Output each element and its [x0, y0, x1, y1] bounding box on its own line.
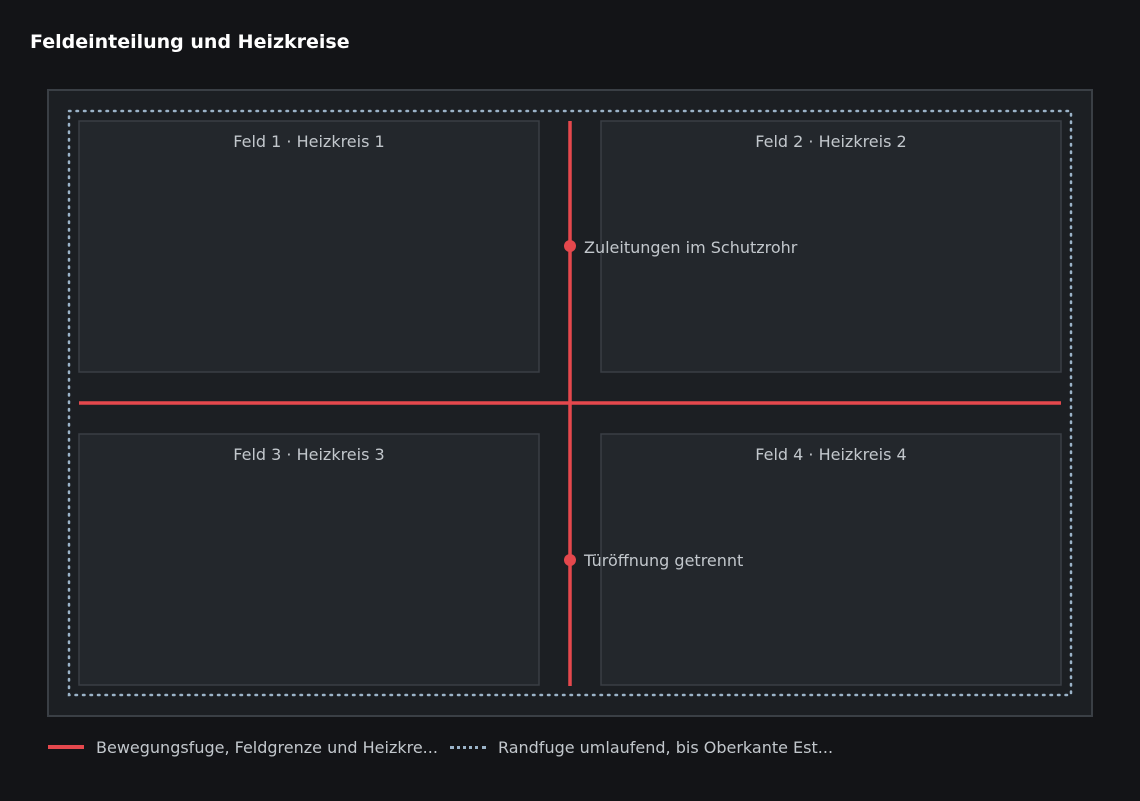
legend-solid-line-icon — [48, 745, 84, 749]
field-3: Feld 3 · Heizkreis 3 — [78, 433, 540, 686]
field-3-area — [78, 433, 540, 686]
legend-edge-joint-label: Randfuge umlaufend, bis Oberkante Est... — [497, 737, 834, 757]
field-2-label: Feld 2 · Heizkreis 2 — [755, 132, 906, 151]
field-1-label: Feld 1 · Heizkreis 1 — [233, 132, 384, 151]
annotation-lower-marker — [564, 554, 576, 566]
legend-movement-joint-label: Bewegungsfuge, Feldgrenze und Heizkre... — [96, 737, 438, 757]
annotation-lower-label: Türöffnung getrennt — [583, 551, 743, 570]
annotation-upper-label: Zuleitungen im Schutzrohr — [584, 238, 798, 257]
annotation-upper-marker — [564, 240, 576, 252]
field-1: Feld 1 · Heizkreis 1 — [78, 120, 540, 373]
floor-plan-diagram: Feld 1 · Heizkreis 1 Feld 2 · Heizkreis … — [47, 89, 1093, 717]
legend-dotted-line-icon — [449, 745, 486, 749]
legend-item-movement-joint: Bewegungsfuge, Feldgrenze und Heizkre... — [48, 738, 438, 757]
field-4-label: Feld 4 · Heizkreis 4 — [755, 445, 906, 464]
page: Feldeinteilung und Heizkreise Feld 1 · H… — [0, 0, 1140, 801]
field-1-area — [78, 120, 540, 373]
legend-item-edge-joint: Randfuge umlaufend, bis Oberkante Est... — [438, 738, 833, 757]
field-3-label: Feld 3 · Heizkreis 3 — [233, 445, 384, 464]
legend: Bewegungsfuge, Feldgrenze und Heizkre...… — [48, 736, 833, 758]
